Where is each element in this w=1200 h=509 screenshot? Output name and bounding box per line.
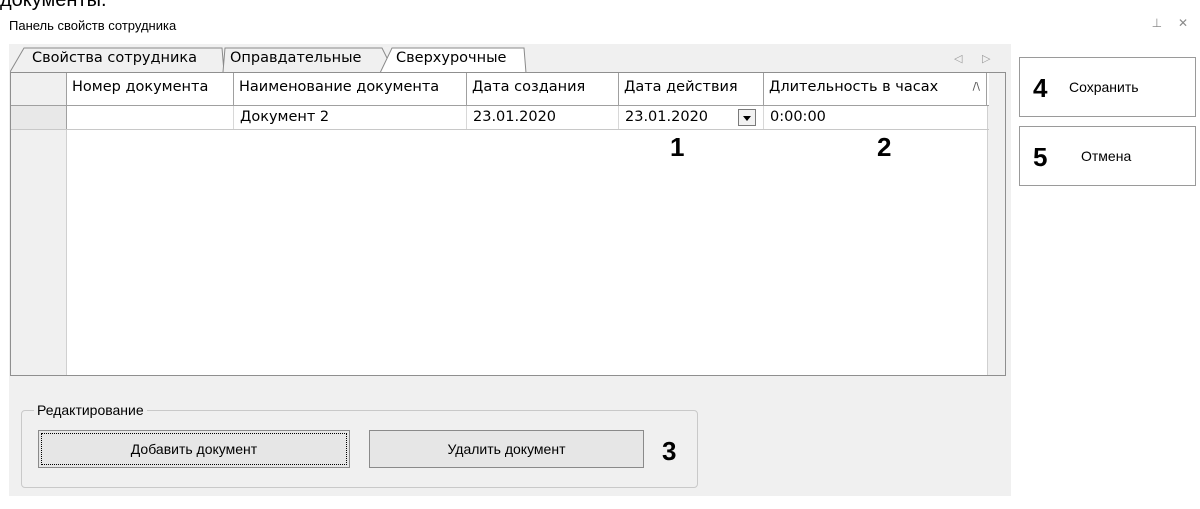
add-document-button[interactable]: Добавить документ xyxy=(38,430,350,468)
grid-corner-cell xyxy=(11,73,67,105)
tab-overtime[interactable]: Сверхурочные xyxy=(380,47,528,73)
callout-3: 3 xyxy=(662,436,677,466)
cancel-button[interactable]: 5 Отмена xyxy=(1019,126,1196,186)
column-header-number[interactable]: Номер документа xyxy=(67,73,234,105)
cell-name[interactable]: Документ 2 xyxy=(234,106,467,129)
cell-created[interactable]: 23.01.2020 xyxy=(467,106,619,129)
delete-document-button[interactable]: Удалить документ xyxy=(369,430,644,468)
table-row[interactable]: Документ 2 23.01.2020 23.01.2020 0:00:00 xyxy=(11,106,989,130)
save-button-label: Сохранить xyxy=(1069,79,1139,95)
documents-grid[interactable]: Номер документа Наименование документа Д… xyxy=(10,72,1006,376)
cell-duration[interactable]: 0:00:00 xyxy=(764,106,987,129)
editing-group-caption: Редактирование xyxy=(34,402,147,418)
tab-label: Сверхурочные xyxy=(396,50,507,66)
page-text-fragment: документы. xyxy=(0,0,107,11)
column-header-name[interactable]: Наименование документа xyxy=(234,73,467,105)
callout-4: 4 xyxy=(1033,73,1048,103)
tab-employee-properties[interactable]: Свойства сотрудника xyxy=(10,47,226,72)
column-header-duration[interactable]: Длительность в часах /\ xyxy=(764,73,987,105)
row-selector[interactable] xyxy=(11,106,67,129)
column-header-created[interactable]: Дата создания xyxy=(467,73,619,105)
column-header-duration-label: Длительность в часах xyxy=(769,79,939,95)
cancel-button-label: Отмена xyxy=(1081,148,1132,164)
panel-title: Панель свойств сотрудника xyxy=(9,18,177,33)
cell-number[interactable] xyxy=(67,106,234,129)
sort-ascending-icon: /\ xyxy=(972,80,980,93)
vertical-scrollbar[interactable] xyxy=(987,73,1005,375)
column-header-effective[interactable]: Дата действия xyxy=(619,73,764,105)
tab-label: Оправдательные xyxy=(230,50,362,66)
tab-label: Свойства сотрудника xyxy=(32,50,198,66)
date-dropdown-button[interactable] xyxy=(738,109,756,126)
callout-1: 1 xyxy=(670,132,685,162)
callout-5: 5 xyxy=(1033,142,1048,172)
grid-header-row: Номер документа Наименование документа Д… xyxy=(11,73,989,106)
save-button[interactable]: 4 Сохранить xyxy=(1019,57,1196,117)
tab-scroll-arrows-icon[interactable]: ◁ ▷ xyxy=(954,52,998,65)
pin-close-icons[interactable]: ⊥ ✕ xyxy=(1152,16,1194,30)
tab-justifying[interactable]: Оправдательные xyxy=(222,47,397,72)
callout-2: 2 xyxy=(877,132,892,162)
